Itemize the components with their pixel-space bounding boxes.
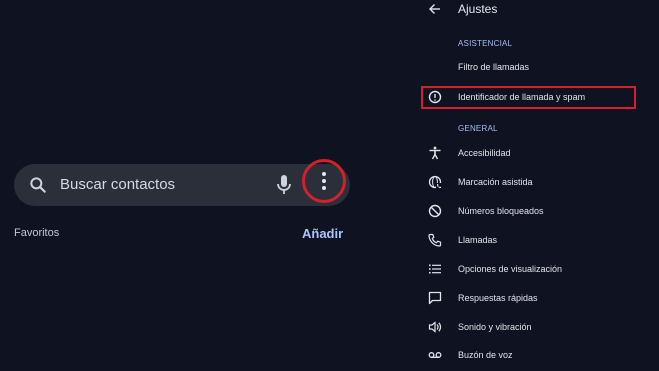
settings-item-numeros-bloqueados[interactable]: Números bloqueados xyxy=(420,200,659,222)
favorites-heading: Favoritos xyxy=(14,227,60,239)
settings-item-label: Números bloqueados xyxy=(458,206,544,216)
search-input[interactable]: Buscar contactos xyxy=(60,175,175,195)
more-vert-icon xyxy=(322,172,326,190)
settings-item-llamadas[interactable]: Llamadas xyxy=(420,229,659,251)
phone-icon xyxy=(428,233,442,247)
microphone-icon[interactable] xyxy=(276,174,292,196)
page-title: Ajustes xyxy=(458,2,498,16)
highlight-box xyxy=(421,86,636,109)
settings-item-label: Buzón de voz xyxy=(458,350,513,360)
search-icon xyxy=(30,177,46,193)
settings-item-label: Respuestas rápidas xyxy=(458,293,538,303)
settings-item-label: Marcación asistida xyxy=(458,177,533,187)
voicemail-icon xyxy=(428,352,442,358)
settings-item-opciones-visualizacion[interactable]: Opciones de visualización xyxy=(420,258,659,280)
settings-item-respuestas-rapidas[interactable]: Respuestas rápidas xyxy=(420,287,659,309)
settings-item-label: Accesibilidad xyxy=(458,148,511,158)
back-arrow-icon[interactable] xyxy=(429,3,441,15)
volume-icon xyxy=(428,321,442,333)
settings-item-accesibilidad[interactable]: Accesibilidad xyxy=(420,142,659,164)
settings-item-label: Opciones de visualización xyxy=(458,264,563,274)
list-icon xyxy=(429,264,441,274)
settings-item-filtro-llamadas[interactable]: Filtro de llamadas xyxy=(420,56,659,78)
chat-icon xyxy=(428,291,442,305)
section-label-asistencial: ASISTENCIAL xyxy=(458,39,513,48)
section-label-general: GENERAL xyxy=(458,124,498,133)
add-favorite-link[interactable]: Añadir xyxy=(302,226,343,242)
settings-item-marcacion-asistida[interactable]: Marcación asistida xyxy=(420,171,659,193)
settings-item-buzon-voz[interactable]: Buzón de voz xyxy=(420,344,659,366)
settings-item-sonido-vibracion[interactable]: Sonido y vibración xyxy=(420,316,659,338)
settings-item-label: Llamadas xyxy=(458,235,498,245)
more-options-button[interactable] xyxy=(302,159,346,203)
globe-phone-icon xyxy=(428,175,442,189)
settings-item-label: Sonido y vibración xyxy=(458,322,532,332)
block-icon xyxy=(428,204,442,218)
settings-item-label: Filtro de llamadas xyxy=(458,62,530,72)
search-bar[interactable]: Buscar contactos xyxy=(14,164,350,206)
accessibility-icon xyxy=(429,146,441,160)
